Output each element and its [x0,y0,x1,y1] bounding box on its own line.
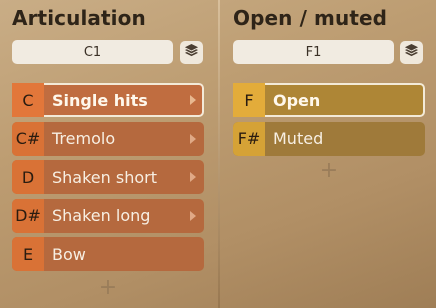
note-badge: D [12,160,44,194]
articulation-layers-button[interactable] [180,41,203,64]
open-muted-layers-button[interactable] [400,41,423,64]
articulation-key-field[interactable]: C1 [12,40,173,64]
articulation-item-shaken-long[interactable]: D# Shaken long [12,198,204,233]
note-badge: D# [12,198,44,233]
note-badge: F [233,83,265,117]
note-badge: F# [233,121,265,156]
articulation-list: C Single hits C# Tremolo D Shaken short … [12,83,204,299]
chevron-right-icon[interactable] [186,172,200,182]
add-open-muted-button[interactable]: + [233,160,425,182]
articulation-item-label: Tremolo [52,129,116,148]
articulation-item-label: Shaken short [52,167,157,187]
note-badge: C [12,83,44,117]
open-muted-title: Open / muted [233,6,388,30]
layers-icon [404,43,419,62]
chevron-right-icon[interactable] [186,210,200,221]
open-muted-item-muted[interactable]: F# Muted [233,121,425,156]
open-muted-list: F Open F# Muted + [233,83,425,182]
open-muted-item-label: Muted [273,129,324,148]
articulation-item-single-hits[interactable]: C Single hits [12,83,204,117]
articulation-item-tremolo[interactable]: C# Tremolo [12,121,204,156]
articulation-panel: Articulation C1 C Single hits C# Tremolo [0,0,218,308]
articulation-item-label: Single hits [52,90,148,110]
chevron-right-icon[interactable] [186,133,200,144]
open-muted-item-open[interactable]: F Open [233,83,425,117]
articulation-item-shaken-short[interactable]: D Shaken short [12,160,204,194]
articulation-item-bow[interactable]: E Bow [12,237,204,271]
layers-icon [184,43,199,62]
add-articulation-button[interactable]: + [12,277,204,299]
note-badge: E [12,237,44,271]
articulation-item-label: Bow [52,244,86,264]
open-muted-panel: Open / muted F1 F Open F# Muted + [220,0,436,308]
articulation-item-label: Shaken long [52,206,151,225]
note-badge: C# [12,121,44,156]
chevron-right-icon[interactable] [186,95,200,105]
articulation-title: Articulation [12,6,146,30]
open-muted-item-label: Open [273,90,321,110]
open-muted-key-field[interactable]: F1 [233,40,394,64]
